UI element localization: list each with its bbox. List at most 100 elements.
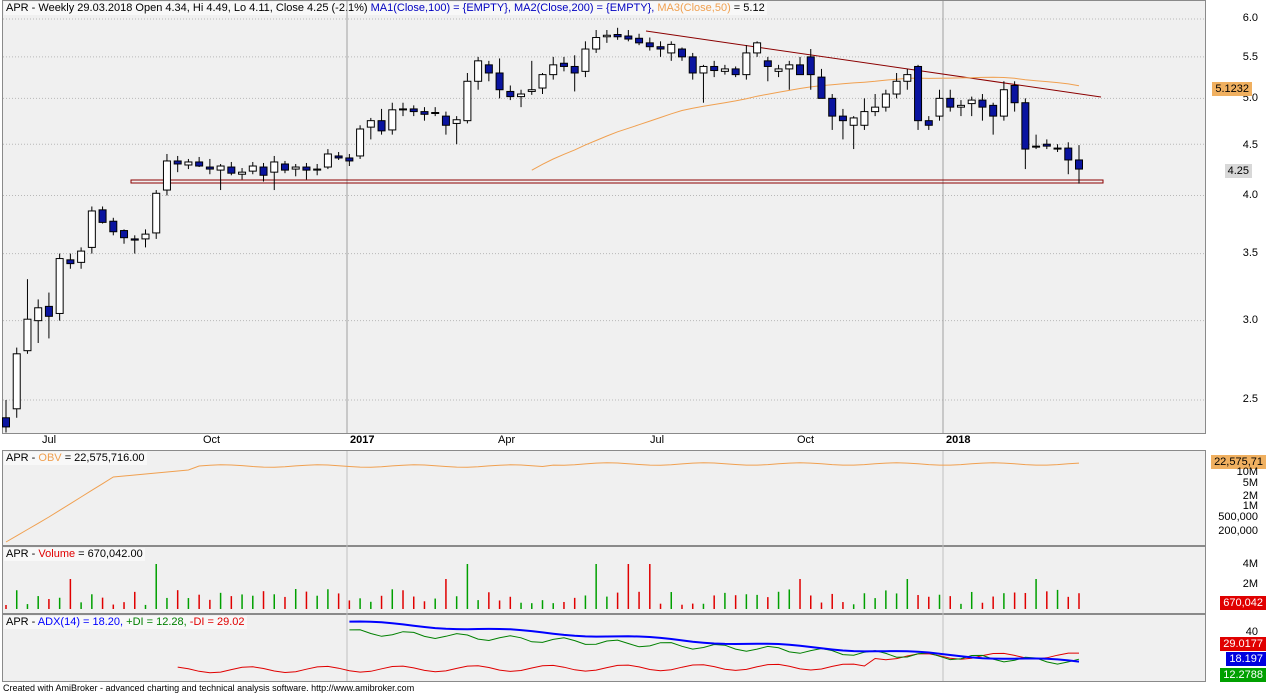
candle-body — [903, 74, 912, 82]
candle-body — [356, 128, 365, 157]
volume-bar — [831, 593, 833, 609]
volume-bar — [799, 579, 801, 609]
candle-body — [1053, 147, 1062, 150]
candle-body — [731, 68, 740, 76]
candle-body — [431, 111, 440, 114]
volume-bar — [477, 600, 479, 609]
candle-body — [399, 108, 408, 111]
candle-body — [720, 68, 729, 72]
volume-bar — [230, 596, 233, 609]
volume-bar — [1078, 593, 1080, 609]
volume-bar — [123, 602, 125, 609]
candle-body — [463, 80, 472, 122]
candle-body — [205, 166, 214, 170]
candle-body — [409, 108, 418, 113]
candle-body — [98, 209, 107, 223]
candle-body — [538, 74, 547, 89]
candle-body — [935, 97, 944, 117]
candle-body — [753, 42, 762, 54]
candle-body — [860, 111, 869, 126]
candle-body — [967, 99, 976, 105]
candle-body — [742, 52, 751, 76]
candle-body — [280, 163, 289, 171]
candle-body — [602, 34, 611, 38]
volume-bar — [713, 595, 715, 609]
candle-body — [1032, 145, 1041, 148]
candle-body — [195, 161, 204, 167]
ma3-line — [531, 76, 1080, 171]
volume-bar — [273, 594, 275, 609]
volume-bar — [842, 602, 844, 609]
volume-bar — [563, 601, 565, 609]
plus-di-line — [349, 629, 1080, 665]
volume-bar — [852, 604, 855, 609]
candle-body — [216, 165, 225, 171]
volume-bar — [1024, 592, 1027, 609]
volume-bar — [616, 592, 619, 609]
candle-body — [87, 210, 96, 248]
candle-body — [162, 160, 171, 191]
chart-canvas — [2, 1, 1205, 681]
volume-bar — [520, 602, 522, 609]
candle-body — [699, 65, 708, 74]
candle-body — [978, 99, 987, 108]
volume-bar — [949, 596, 951, 609]
volume-bar — [241, 594, 243, 609]
volume-bar — [337, 593, 340, 609]
candle-body — [517, 93, 526, 98]
volume-bar — [69, 579, 72, 609]
volume-bar — [144, 604, 147, 609]
volume-bar — [970, 591, 973, 609]
candle-body — [946, 97, 955, 108]
candle-body — [377, 120, 386, 132]
candle-body — [559, 62, 568, 67]
candle-body — [1010, 84, 1019, 104]
volume-bar — [37, 596, 39, 609]
candle-body — [452, 119, 461, 124]
candle-body — [152, 192, 161, 234]
volume-bar — [895, 593, 898, 609]
volume-bar — [670, 592, 673, 609]
volume-bar — [767, 597, 769, 609]
volume-bar — [412, 596, 415, 609]
volume-bar — [348, 600, 351, 609]
volume-bar — [176, 590, 179, 609]
volume-bar — [734, 595, 737, 609]
volume-bar — [498, 600, 501, 609]
candle-body — [34, 307, 43, 322]
volume-bar — [928, 596, 930, 609]
candle-body — [881, 93, 890, 108]
volume-bar — [531, 603, 533, 609]
candle-body — [527, 89, 536, 92]
candle-body — [173, 160, 182, 165]
candle-body — [334, 155, 343, 159]
volume-bar — [380, 595, 383, 609]
candle-body — [914, 65, 923, 122]
volume-bar — [402, 590, 404, 609]
volume-bar — [80, 602, 82, 609]
candle-body — [120, 230, 129, 239]
candle-body — [785, 64, 794, 70]
candle-body — [871, 106, 880, 113]
volume-bar — [284, 596, 286, 609]
volume-bar — [112, 604, 115, 609]
candle-body — [55, 258, 64, 314]
volume-bar — [48, 599, 50, 609]
volume-bar — [1035, 579, 1037, 609]
volume-bar — [756, 594, 758, 609]
candle-body — [796, 64, 805, 76]
candle-body — [313, 168, 322, 171]
volume-bar — [606, 596, 608, 609]
candle-body — [270, 161, 279, 173]
candle-body — [849, 117, 858, 126]
candle-body — [624, 35, 633, 40]
volume-bar — [198, 594, 200, 609]
volume-bar — [391, 589, 394, 609]
volume-bar — [1003, 593, 1005, 609]
candle-body — [441, 115, 450, 126]
candle-body — [77, 250, 86, 263]
volume-bar — [316, 595, 318, 609]
volume-bar — [885, 590, 887, 609]
candle-body — [667, 43, 676, 54]
volume-bar — [638, 591, 640, 609]
